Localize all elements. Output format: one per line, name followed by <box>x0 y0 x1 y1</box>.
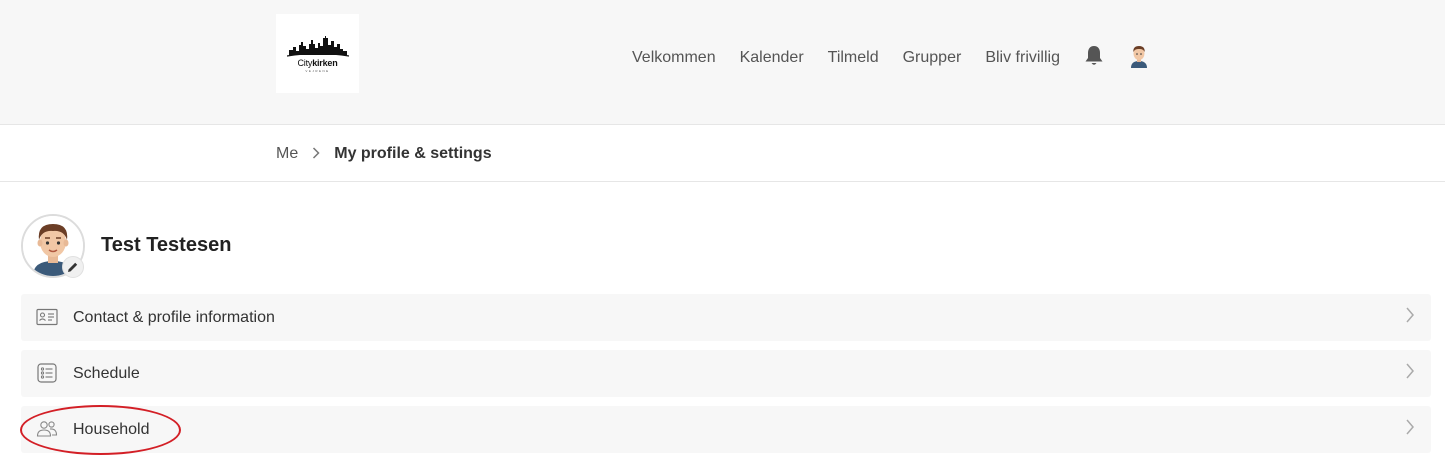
breadcrumb: Me My profile & settings <box>276 126 492 182</box>
breadcrumb-separator <box>312 146 320 162</box>
site-header: Citykirken VEJRENE Velkommen Kalender Ti… <box>0 0 1445 125</box>
logo-wordmark: Citykirken <box>297 57 338 68</box>
pencil-icon[interactable] <box>62 256 84 278</box>
breadcrumb-bar: Me My profile & settings <box>0 126 1445 182</box>
list-icon <box>36 363 58 383</box>
row-schedule[interactable]: Schedule <box>21 350 1431 397</box>
nav-kalender[interactable]: Kalender <box>740 49 804 67</box>
citykirken-logo[interactable]: Citykirken VEJRENE <box>276 14 359 93</box>
nav-grupper[interactable]: Grupper <box>903 49 962 67</box>
row-label: Household <box>73 420 150 438</box>
user-avatar-icon[interactable] <box>1128 44 1150 68</box>
logo-subtitle: VEJRENE <box>305 68 330 73</box>
skyline-icon <box>286 35 349 57</box>
chevron-right-icon <box>313 147 320 159</box>
nav-tilmeld[interactable]: Tilmeld <box>828 49 879 67</box>
breadcrumb-current: My profile & settings <box>334 145 492 162</box>
nav-velkommen[interactable]: Velkommen <box>632 49 716 67</box>
breadcrumb-me[interactable]: Me <box>276 145 298 163</box>
people-icon <box>36 419 58 439</box>
profile-name: Test Testesen <box>101 234 232 256</box>
bell-icon[interactable] <box>1084 45 1104 67</box>
nav-bliv-frivillig[interactable]: Bliv frivillig <box>985 49 1060 67</box>
row-label: Contact & profile information <box>73 308 275 326</box>
chevron-right-icon <box>1405 418 1415 436</box>
main-nav: Velkommen Kalender Tilmeld Grupper Bliv … <box>632 44 1084 72</box>
chevron-right-icon <box>1405 306 1415 324</box>
row-household[interactable]: Household <box>21 406 1431 453</box>
chevron-right-icon <box>1405 362 1415 380</box>
row-label: Schedule <box>73 364 140 382</box>
id-card-icon <box>36 307 58 327</box>
row-contact-profile-information[interactable]: Contact & profile information <box>21 294 1431 341</box>
